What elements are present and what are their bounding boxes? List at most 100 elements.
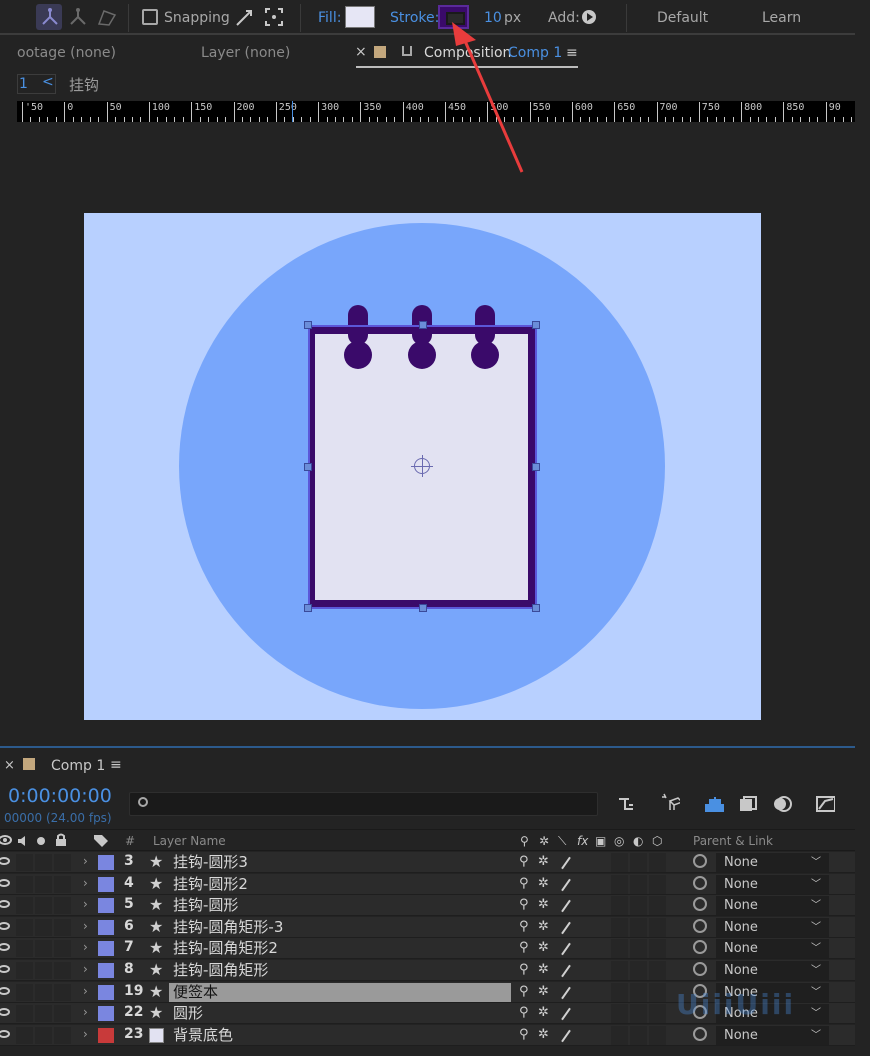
transform-handle[interactable] <box>419 604 427 612</box>
visibility-eye-icon[interactable] <box>0 878 10 887</box>
lock-switch[interactable] <box>54 1026 71 1044</box>
transform-handle[interactable] <box>304 463 312 471</box>
lock-switch[interactable] <box>54 897 71 915</box>
switch-cell[interactable] <box>649 874 666 894</box>
layer-name[interactable]: 挂钩-圆角矩形 <box>169 961 511 980</box>
quality-slash-icon[interactable] <box>561 964 571 978</box>
lock-switch[interactable] <box>54 940 71 958</box>
3d-layer-icon[interactable]: ⬡ <box>652 834 662 848</box>
label-color-swatch[interactable] <box>98 898 114 914</box>
quality-slash-icon[interactable] <box>561 856 571 870</box>
visibility-eye-icon[interactable] <box>0 1029 10 1038</box>
frame-blending-icon[interactable] <box>738 795 758 813</box>
expand-chevron-icon[interactable]: › <box>83 984 88 998</box>
switch-cell[interactable] <box>611 1004 628 1024</box>
parent-dropdown[interactable]: None ﹀ <box>716 853 829 872</box>
lock-switch[interactable] <box>54 918 71 936</box>
switch-cell[interactable] <box>630 939 647 959</box>
hook-shape-2[interactable] <box>408 305 436 369</box>
switch-cell[interactable] <box>649 1025 666 1045</box>
layer-name[interactable]: 圆形 <box>169 1004 511 1023</box>
layer-name[interactable]: 挂钩-圆形 <box>169 896 511 915</box>
parent-pickwhip-icon[interactable] <box>693 897 707 912</box>
breadcrumb-number[interactable]: 1 <box>19 76 28 92</box>
effects-fx-icon[interactable]: fx <box>577 834 588 848</box>
switch-cell[interactable] <box>649 896 666 916</box>
graph-editor-icon[interactable] <box>815 795 835 813</box>
puppet-bend-icon[interactable] <box>96 6 118 28</box>
collapse-switch-icon[interactable]: ✲ <box>538 897 549 912</box>
expand-chevron-icon[interactable]: › <box>83 1027 88 1041</box>
tab-close-icon[interactable]: × <box>355 44 367 60</box>
workspace-default[interactable]: Default <box>657 10 708 26</box>
audio-switch[interactable] <box>16 1005 33 1023</box>
video-eye-icon[interactable] <box>0 835 12 845</box>
motion-blur-switch-icon[interactable]: ◎ <box>614 834 624 848</box>
layer-name[interactable]: 便签本 <box>169 982 511 1002</box>
frame-blend-switch-icon[interactable]: ▣ <box>595 834 606 848</box>
draft-3d-icon[interactable] <box>660 792 680 810</box>
snapping-checkbox[interactable] <box>142 9 158 25</box>
switch-cell[interactable] <box>630 917 647 937</box>
expand-chevron-icon[interactable]: › <box>83 876 88 890</box>
adjustment-layer-icon[interactable]: ◐ <box>633 834 643 848</box>
expand-chevron-icon[interactable]: › <box>83 897 88 911</box>
horizontal-ruler[interactable]: '50 0 50 100 150 200 250 300 350 400 450 500 550 600 6… <box>17 101 855 122</box>
tab-menu-icon[interactable]: ≡ <box>566 45 578 61</box>
visibility-eye-icon[interactable] <box>0 900 10 909</box>
parent-dropdown[interactable]: None ﹀ <box>716 917 829 937</box>
layer-name[interactable]: 挂钩-圆形2 <box>169 875 511 894</box>
switch-cell[interactable] <box>611 939 628 959</box>
switch-cell[interactable] <box>630 853 647 872</box>
quality-slash-icon[interactable] <box>561 943 571 956</box>
switch-cell[interactable] <box>630 1025 647 1045</box>
current-time-display[interactable]: 0:00:00:00 <box>8 785 112 807</box>
anchor-point-icon[interactable] <box>411 455 433 477</box>
composition-canvas[interactable] <box>84 213 761 720</box>
label-color-swatch[interactable] <box>98 1027 114 1043</box>
timeline-close-icon[interactable]: × <box>4 758 15 773</box>
visibility-eye-icon[interactable] <box>0 986 10 995</box>
lock-switch[interactable] <box>54 1005 71 1023</box>
lock-switch[interactable] <box>54 962 71 979</box>
fill-label[interactable]: Fill: <box>318 10 341 26</box>
breadcrumb-back-icon[interactable]: < <box>42 74 54 90</box>
parent-dropdown[interactable]: None ﹀ <box>716 961 829 980</box>
label-color-swatch[interactable] <box>98 941 114 957</box>
lock-switch[interactable] <box>54 854 71 871</box>
collapse-switch-icon[interactable]: ✲ <box>538 1005 549 1020</box>
solo-dot-icon[interactable] <box>36 836 46 846</box>
switch-cell[interactable] <box>649 939 666 959</box>
lock-switch[interactable] <box>54 983 71 1001</box>
collapse-switch-icon[interactable]: ✲ <box>538 919 549 934</box>
switch-cell[interactable] <box>611 961 628 980</box>
switch-cell[interactable] <box>611 1025 628 1045</box>
collapse-switch-icon[interactable]: ✲ <box>538 962 549 977</box>
shy-switch-icon[interactable]: ⚲ <box>520 834 529 848</box>
expand-chevron-icon[interactable]: › <box>83 854 88 868</box>
switch-cell[interactable] <box>611 982 628 1002</box>
audio-switch[interactable] <box>16 983 33 1001</box>
visibility-eye-icon[interactable] <box>0 965 10 973</box>
solo-switch[interactable] <box>35 962 52 979</box>
puppet-starch-icon[interactable] <box>68 7 88 27</box>
solo-switch[interactable] <box>35 897 52 915</box>
visibility-eye-icon[interactable] <box>0 857 10 865</box>
stroke-label[interactable]: Stroke: <box>390 10 439 26</box>
parent-dropdown[interactable]: None ﹀ <box>716 1025 829 1045</box>
switch-cell[interactable] <box>611 917 628 937</box>
column-parent-link[interactable]: Parent & Link <box>693 834 773 848</box>
hook-shape-3[interactable] <box>471 305 499 369</box>
shy-switch-icon[interactable]: ⚲ <box>519 1027 529 1042</box>
layer-row[interactable]: › 6 ★ 挂钩-圆角矩形-3 ⚲ ✲ None ﹀ <box>0 916 855 938</box>
quality-slash-icon[interactable] <box>561 899 571 913</box>
shy-switch-icon[interactable]: ⚲ <box>519 897 529 912</box>
visibility-eye-icon[interactable] <box>0 943 10 952</box>
layer-row[interactable]: › 4 ★ 挂钩-圆形2 ⚲ ✲ None ﹀ <box>0 873 855 895</box>
fill-color-swatch[interactable] <box>345 6 375 28</box>
tab-footage[interactable]: ootage (none) <box>17 45 116 61</box>
collapse-switch-icon[interactable]: ✲ <box>538 854 549 869</box>
transform-handle[interactable] <box>532 321 540 329</box>
transform-handle[interactable] <box>304 321 312 329</box>
timeline-menu-icon[interactable]: ≡ <box>110 757 122 773</box>
